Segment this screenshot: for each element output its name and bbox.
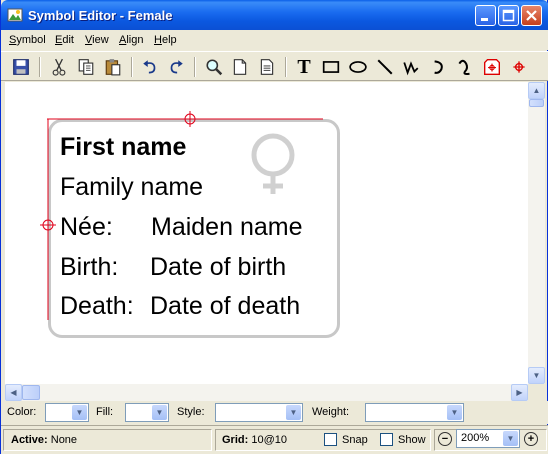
style-select[interactable]: ▼ (215, 403, 303, 422)
color-label: Color: (7, 406, 37, 418)
close-button[interactable] (521, 5, 542, 26)
date-of-death-text[interactable]: Date of death (150, 292, 300, 321)
scroll-corner (528, 384, 545, 401)
window-title: Symbol Editor - Female (28, 8, 173, 23)
scroll-up-button[interactable]: ▲ (528, 82, 545, 99)
paste-icon[interactable] (102, 56, 124, 78)
zoom-out-icon[interactable]: − (438, 432, 452, 446)
active-status: Active: None (11, 434, 78, 446)
grid-status: Grid: 10@10 (222, 434, 287, 446)
maiden-name-text[interactable]: Maiden name (151, 213, 302, 242)
chevron-down-icon: ▼ (503, 431, 518, 446)
show-checkbox[interactable] (380, 433, 393, 446)
chevron-down-icon: ▼ (152, 405, 167, 420)
symbol-editor-window: Symbol Editor - Female Symbol Edit View … (0, 0, 548, 454)
color-select[interactable]: ▼ (45, 403, 89, 422)
menu-view[interactable]: View (85, 34, 109, 46)
app-icon (7, 7, 23, 23)
arc-tool-icon[interactable] (427, 56, 449, 78)
snap-label: Snap (342, 434, 368, 446)
menu-help[interactable]: Help (154, 34, 177, 46)
scroll-down-button[interactable]: ▼ (528, 367, 545, 384)
chevron-down-icon: ▼ (286, 405, 301, 420)
line-tool-icon[interactable] (374, 56, 396, 78)
minimize-button[interactable] (475, 5, 496, 26)
menu-align[interactable]: Align (119, 34, 143, 46)
toolbar: T (1, 51, 548, 81)
death-label[interactable]: Death: (60, 292, 134, 321)
page-icon-2[interactable] (256, 56, 278, 78)
horizontal-scroll-thumb[interactable] (22, 385, 40, 400)
female-symbol-icon (251, 133, 295, 194)
style-label: Style: (177, 406, 205, 418)
curve-tool-icon[interactable] (454, 56, 476, 78)
zoom-select[interactable]: 200% ▼ (456, 429, 520, 448)
chevron-down-icon: ▼ (72, 405, 87, 420)
copy-icon[interactable] (75, 56, 97, 78)
menu-edit[interactable]: Edit (55, 34, 74, 46)
undo-icon[interactable] (139, 56, 161, 78)
crosshair-tool-icon[interactable] (508, 56, 530, 78)
scroll-left-button[interactable]: ◀ (5, 384, 22, 401)
save-icon[interactable] (10, 56, 32, 78)
vertical-scroll-thumb[interactable] (529, 99, 544, 107)
page-icon[interactable] (229, 56, 251, 78)
show-label: Show (398, 434, 426, 446)
polyline-tool-icon[interactable] (400, 56, 422, 78)
weight-label: Weight: (312, 406, 350, 418)
text-tool-icon[interactable]: T (293, 56, 315, 78)
redo-icon[interactable] (165, 56, 187, 78)
birth-label[interactable]: Birth: (60, 253, 118, 282)
chevron-down-icon: ▼ (447, 405, 462, 420)
fill-label: Fill: (96, 406, 114, 418)
maximize-button[interactable] (498, 5, 519, 26)
fill-select[interactable]: ▼ (125, 403, 169, 422)
vertical-scrollbar[interactable]: ▲ ▼ (528, 82, 545, 384)
zoom-in-icon[interactable]: + (524, 432, 538, 446)
first-name-text[interactable]: First name (60, 133, 186, 162)
drawing-canvas[interactable]: First name Family name Née: Maiden name … (5, 82, 528, 384)
nee-label[interactable]: Née: (60, 213, 113, 242)
scroll-right-button[interactable]: ▶ (511, 384, 528, 401)
weight-select[interactable]: ▼ (365, 403, 464, 422)
cut-icon[interactable] (48, 56, 70, 78)
zoom-icon[interactable] (203, 56, 225, 78)
rectangle-tool-icon[interactable] (320, 56, 342, 78)
status-bar: Active: None Grid: 10@10 Snap Show − 200… (1, 425, 548, 454)
menu-bar: Symbol Edit View Align Help (1, 30, 548, 50)
snap-checkbox[interactable] (324, 433, 337, 446)
ellipse-tool-icon[interactable] (347, 56, 369, 78)
horizontal-scrollbar[interactable]: ◀ ▶ (5, 384, 528, 401)
property-bar: Color: ▼ Fill: ▼ Style: ▼ Weight: ▼ (1, 401, 548, 424)
top-anchor-handle (182, 111, 198, 127)
title-bar[interactable]: Symbol Editor - Female (1, 0, 548, 30)
left-anchor-handle (40, 217, 56, 233)
date-of-birth-text[interactable]: Date of birth (150, 253, 286, 282)
anchor-tool-icon[interactable] (481, 56, 503, 78)
menu-symbol[interactable]: Symbol (9, 34, 46, 46)
family-name-text[interactable]: Family name (60, 173, 203, 202)
